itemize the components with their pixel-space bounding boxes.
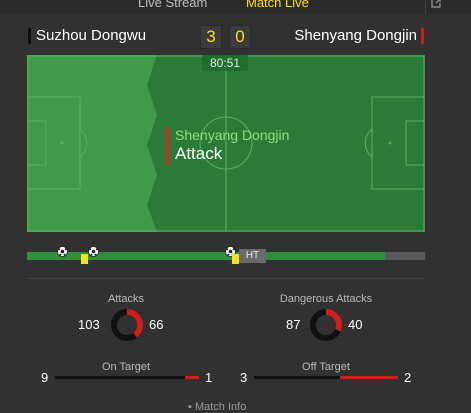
match-info-link[interactable]: ▪ Match Info	[188, 401, 246, 413]
scoreboard: Suzhou Dongwu 3 0 Shenyang Dongjin	[0, 22, 471, 52]
on-target-away-bar	[184, 376, 199, 379]
dangerous-attacks-label: Dangerous Attacks	[279, 293, 373, 305]
off-target-home-value: 3	[240, 370, 248, 385]
away-score: 0	[229, 25, 251, 49]
dangerous-attacks-home-value: 87	[286, 317, 301, 332]
dangerous-attacks-donut	[310, 309, 342, 341]
section-divider	[27, 278, 425, 279]
home-team-color-marker	[28, 28, 31, 44]
off-target-away-value: 2	[404, 370, 412, 385]
match-clock: 80:51	[202, 55, 248, 71]
off-target-away-bar	[340, 376, 398, 379]
info-icon: ▪	[188, 401, 195, 413]
tab-divider	[425, 0, 426, 14]
yellow-card-icon	[231, 254, 239, 264]
attacks-donut	[111, 309, 143, 341]
halftime-marker: HT	[239, 249, 266, 263]
event-action: Attack	[175, 144, 223, 163]
popout-icon[interactable]	[431, 0, 441, 11]
home-score: 3	[200, 25, 222, 49]
on-target-label: On Target	[101, 361, 151, 373]
on-target-bar	[55, 376, 199, 379]
tab-match-live[interactable]: Match Live	[246, 0, 309, 10]
yellow-card-icon	[81, 254, 89, 264]
event-team-name: Shenyang Dongjin	[175, 127, 290, 143]
match-timeline: HT	[27, 246, 425, 264]
off-target-label: Off Target	[302, 361, 350, 373]
dangerous-attacks-away-value: 40	[348, 317, 363, 332]
on-target-home-value: 9	[41, 370, 49, 385]
top-tab-bar: Live Stream Match Live	[0, 0, 471, 14]
match-info-label: Match Info	[194, 401, 247, 413]
goal-ball-icon	[88, 244, 100, 257]
on-target-away-value: 1	[205, 370, 213, 385]
goal-ball-icon	[57, 244, 69, 257]
away-team-name: Shenyang Dongjin	[294, 27, 417, 44]
event-callout: Shenyang Dongjin Attack	[166, 127, 289, 165]
attacks-home-value: 103	[78, 317, 100, 332]
attacks-away-value: 66	[149, 317, 164, 332]
attacks-label: Attacks	[107, 293, 145, 305]
tab-live-stream[interactable]: Live Stream	[138, 0, 207, 10]
home-team-name: Suzhou Dongwu	[36, 27, 147, 44]
away-team-color-marker	[421, 28, 424, 44]
